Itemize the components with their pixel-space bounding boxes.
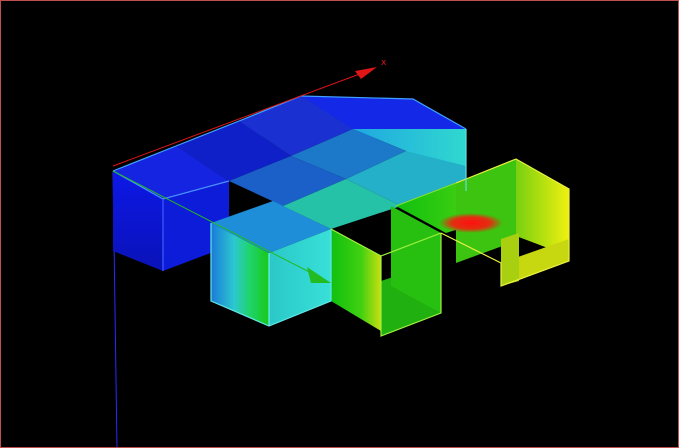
3d-viewport[interactable]: x	[0, 0, 679, 448]
yellow-block-front	[501, 233, 519, 286]
mesh-model[interactable]	[112, 95, 570, 337]
scene-canvas[interactable]: x	[1, 1, 678, 447]
x-axis-label: x	[381, 58, 387, 68]
x-axis-arrow	[355, 67, 377, 79]
hot-spot[interactable]	[439, 213, 503, 233]
green-block-front	[331, 229, 381, 331]
